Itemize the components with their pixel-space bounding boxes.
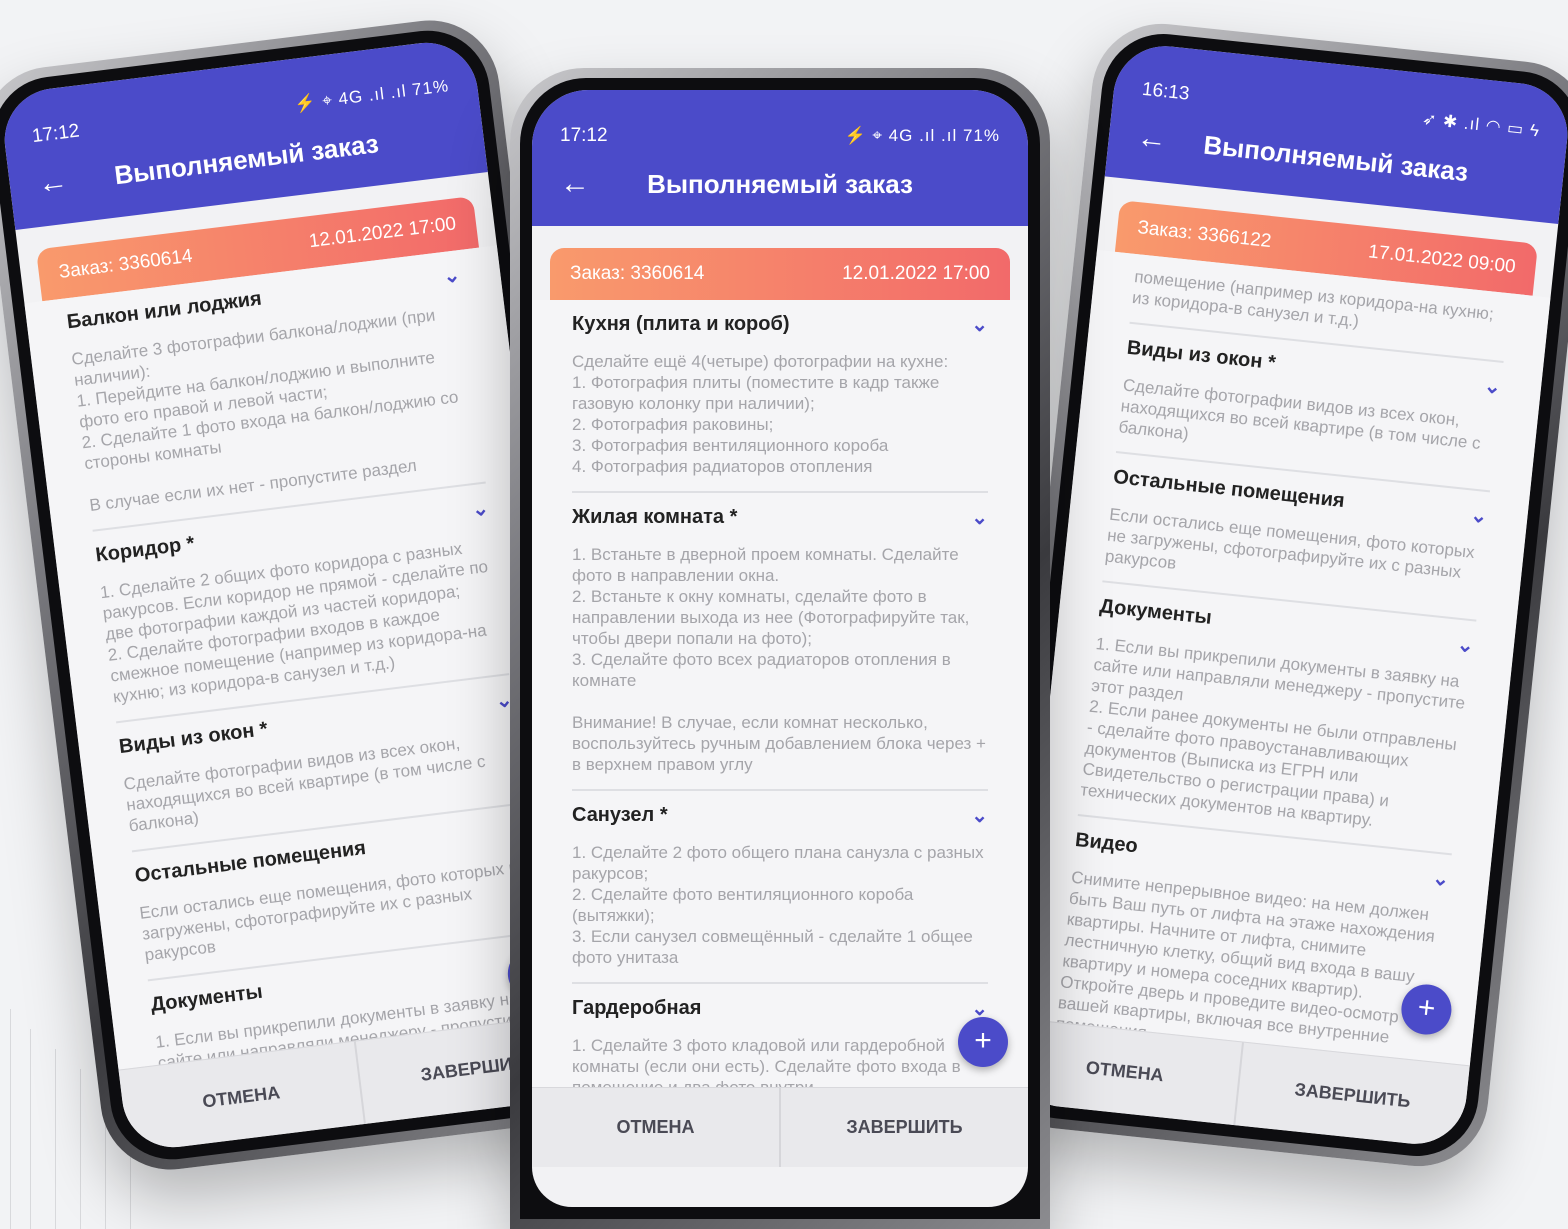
status-time: 16:13 xyxy=(1140,78,1191,105)
chevron-down-icon[interactable]: ⌄ xyxy=(971,312,988,337)
plus-icon: + xyxy=(974,1024,992,1057)
section-living-room[interactable]: Жилая комната * ⌄ 1. Встаньте в дверной п… xyxy=(572,493,988,791)
add-button[interactable]: + xyxy=(958,1017,1008,1067)
arrow-left-icon[interactable]: ← xyxy=(560,167,600,201)
order-header: Заказ: 3360614 12.01.2022 17:00 xyxy=(550,248,1010,300)
status-icons: ➶ ✱ .ıl ◠ ▭ ϟ xyxy=(1421,109,1541,141)
sections-list: помещение (например из коридора-на кухню… xyxy=(1016,249,1551,1066)
section-wardrobe[interactable]: Гардеробная ⌄ 1. Сделайте 3 фото кладовой… xyxy=(572,984,988,1087)
phone-center: 17:12 ⚡ ⌖ 4G .ıl .ıl 71% ← Выполняемый з… xyxy=(510,68,1050,1229)
section-kitchen[interactable]: Кухня (плита и короб) ⌄ Сделайте ещё 4(че… xyxy=(572,300,988,493)
order-number: Заказ: 3366122 xyxy=(1136,217,1273,253)
section-text: 1. Сделайте 2 фото общего плана санузла … xyxy=(572,843,984,967)
app-bar: 17:12 ⚡ ⌖ 4G .ıl .ıl 71% ← Выполняемый з… xyxy=(532,90,1028,226)
arrow-left-icon[interactable]: ← xyxy=(1135,121,1178,159)
section-balcony[interactable]: Балкон или лоджия ⌄ Сделайте 3 фотографии… xyxy=(64,250,486,532)
section-text: 1. Встаньте в дверной проем комнаты. Сде… xyxy=(572,545,986,774)
section-title: Видео xyxy=(1074,828,1139,858)
chevron-down-icon[interactable]: ⌄ xyxy=(1469,503,1488,530)
finish-button[interactable]: ЗАВЕРШИТЬ xyxy=(781,1088,1028,1167)
section-title: Виды из окон * xyxy=(1125,336,1277,375)
bottom-actions: ОТМЕНА ЗАВЕРШИТЬ xyxy=(532,1087,1028,1167)
status-icons: ⚡ ⌖ 4G .ıl .ıl 71% xyxy=(844,126,1000,145)
phone-screen: 16:13 ➶ ✱ .ıl ◠ ▭ ϟ ← Выполняемый заказ … xyxy=(1007,41,1568,1149)
cancel-button[interactable]: ОТМЕНА xyxy=(532,1088,781,1167)
sections-list: Балкон или лоджия ⌄ Сделайте 3 фотографии… xyxy=(24,245,591,1070)
phone-bezel: 16:13 ➶ ✱ .ıl ◠ ▭ ϟ ← Выполняемый заказ … xyxy=(994,27,1568,1163)
status-time: 17:12 xyxy=(30,120,81,148)
status-bar: 17:12 ⚡ ⌖ 4G .ıl .ıl 71% xyxy=(560,90,1000,164)
section-title: Остальные помещения xyxy=(1112,465,1346,513)
chevron-down-icon[interactable]: ⌄ xyxy=(1483,373,1502,400)
order-number: Заказ: 3360614 xyxy=(57,245,194,283)
order-date: 12.01.2022 17:00 xyxy=(307,213,458,253)
section-title: Жилая комната * xyxy=(572,506,738,528)
section-bathroom[interactable]: Санузел * ⌄ 1. Сделайте 2 фото общего пла… xyxy=(572,791,988,984)
chevron-down-icon[interactable]: ⌄ xyxy=(971,505,988,530)
chevron-down-icon[interactable]: ⌄ xyxy=(1456,632,1475,659)
arrow-left-icon[interactable]: ← xyxy=(36,163,80,202)
section-title: Виды из окон * xyxy=(117,718,269,759)
app-bar: 16:13 ➶ ✱ .ıl ◠ ▭ ϟ ← Выполняемый заказ xyxy=(1104,41,1568,225)
phone-screen: 17:12 ⚡ ⌖ 4G .ıl .ıl 71% ← Выполняемый з… xyxy=(532,90,1028,1207)
chevron-down-icon[interactable]: ⌄ xyxy=(1431,866,1450,893)
order-number: Заказ: 3360614 xyxy=(570,263,705,284)
section-title: Гардеробная xyxy=(572,997,702,1019)
status-icons: ⚡ ⌖ 4G .ıl .ıl 71% xyxy=(293,76,451,114)
chevron-down-icon[interactable]: ⌄ xyxy=(471,495,491,522)
section-title: Коридор * xyxy=(94,532,196,567)
section-documents[interactable]: Документы ⌄ 1. Если вы прикрепили докумен… xyxy=(1077,582,1477,856)
chevron-down-icon[interactable]: ⌄ xyxy=(971,803,988,828)
section-text: Сделайте 3 фотографии балкона/лоджии (пр… xyxy=(70,305,460,515)
section-title: Санузел * xyxy=(572,804,668,826)
phone-right: 16:13 ➶ ✱ .ıl ◠ ▭ ϟ ← Выполняемый заказ … xyxy=(983,16,1568,1174)
section-text: 1. Если вы прикрепили документы в заявку… xyxy=(1079,634,1467,830)
section-title: Документы xyxy=(1098,595,1213,629)
section-title: Кухня (плита и короб) xyxy=(572,313,790,335)
page-title: Выполняемый заказ xyxy=(647,168,913,199)
section-text: Сделайте ещё 4(четыре) фотографии на кух… xyxy=(572,352,949,476)
section-title: Балкон или лоджия xyxy=(65,287,263,334)
phone-bezel: 17:12 ⚡ ⌖ 4G .ıl .ıl 71% ← Выполняемый з… xyxy=(520,78,1040,1219)
order-date: 12.01.2022 17:00 xyxy=(842,263,990,284)
chevron-down-icon[interactable]: ⌄ xyxy=(442,262,462,289)
order-date: 17.01.2022 09:00 xyxy=(1367,241,1517,278)
sections-list: Кухня (плита и короб) ⌄ Сделайте ещё 4(че… xyxy=(532,300,1028,1087)
section-text: 1. Сделайте 3 фото кладовой или гардероб… xyxy=(572,1036,961,1087)
app-bar: 17:12 ⚡ ⌖ 4G .ıl .ıl 71% ← Выполняемый з… xyxy=(0,36,488,230)
section-title: Документы xyxy=(149,980,264,1017)
plus-icon: + xyxy=(1416,990,1438,1026)
status-time: 17:12 xyxy=(560,125,608,146)
